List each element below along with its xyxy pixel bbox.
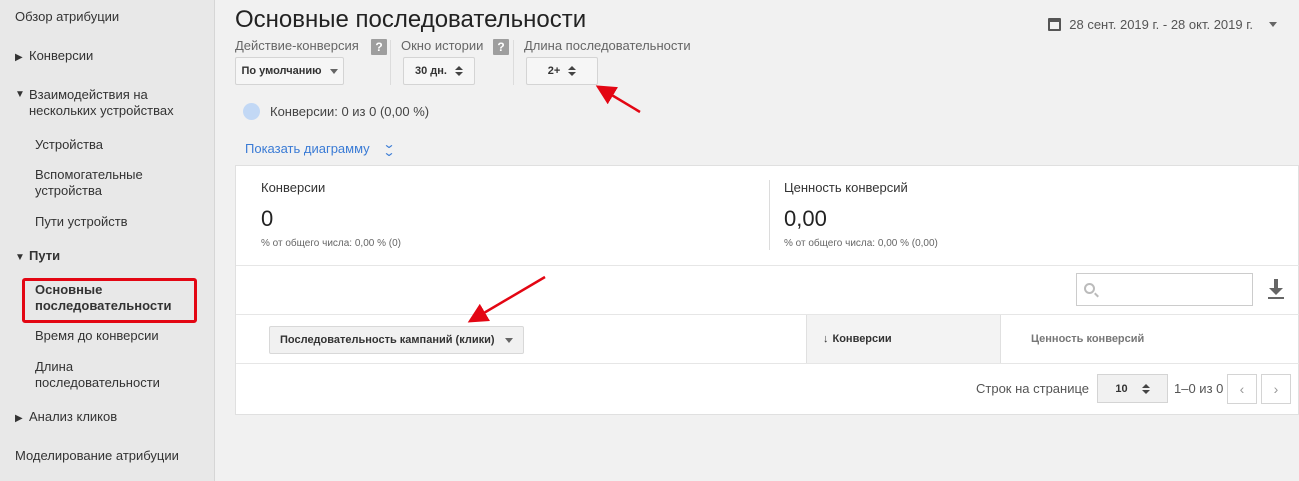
chevron-right-icon: › [1273, 381, 1279, 397]
series-legend: Конверсии: 0 из 0 (0,00 %) [243, 103, 429, 120]
sidebar-item-device-paths[interactable]: Пути устройств [35, 214, 210, 230]
expand-arrow-icon: ▶ [15, 52, 23, 63]
sidebar-item-label: Пути устройств [35, 214, 128, 229]
sidebar-item-paths[interactable]: ▼ Пути [15, 248, 210, 266]
rows-per-page-label: Строк на странице [976, 381, 1090, 396]
chevron-down-icon [329, 68, 338, 74]
legend-text: Конверсии: 0 из 0 (0,00 %) [270, 104, 430, 119]
divider [769, 180, 770, 250]
divider [236, 265, 1299, 266]
calendar-icon [1048, 18, 1062, 31]
conversions-metric-title: Конверсии [261, 180, 326, 195]
next-page-button[interactable]: › [1261, 374, 1291, 404]
pagination-range: 1–0 из 0 [1174, 381, 1224, 396]
sidebar-item-path-length[interactable]: Длина последовательности [35, 359, 190, 391]
sidebar-item-time-lag[interactable]: Время до конверсии [35, 328, 210, 344]
sidebar-item-label: Анализ кликов [29, 409, 118, 424]
sidebar-item-label: Моделирование атрибуции [15, 448, 179, 463]
sidebar-item-assisting-devices[interactable]: Вспомогательные устройства [35, 167, 185, 199]
search-icon [1084, 283, 1095, 294]
dimension-label: Последовательность кампаний (клики) [280, 334, 495, 346]
lookback-label: Окно истории [401, 38, 484, 53]
stepper-arrows-icon [1141, 383, 1150, 394]
sidebar-item-modeling[interactable]: Моделирование атрибуции [15, 448, 210, 464]
sidebar-item-conversions[interactable]: ▶ Конверсии [15, 48, 210, 66]
sidebar-item-devices[interactable]: Устройства [35, 137, 210, 153]
divider [390, 40, 391, 85]
sidebar-item-label: Устройства [35, 137, 104, 152]
date-range-picker[interactable]: 28 сент. 2019 г. - 28 окт. 2019 г. [1048, 17, 1277, 32]
column-header-value[interactable]: Ценность конверсий [1031, 315, 1144, 363]
double-chevron-down-icon: ⌄ ⌄ [382, 137, 396, 159]
select-value: 2+ [547, 65, 561, 77]
prev-page-button[interactable]: ‹ [1227, 374, 1257, 404]
column-header-conversions[interactable]: ↓ Конверсии [806, 315, 1001, 363]
lookback-select[interactable]: 30 дн. [403, 57, 475, 85]
expand-arrow-icon: ▶ [15, 413, 23, 424]
dimension-select[interactable]: Последовательность кампаний (клики) [269, 326, 524, 354]
value-metric-title: Ценность конверсий [784, 180, 908, 195]
select-value: 10 [1115, 382, 1128, 395]
help-icon[interactable]: ? [493, 39, 509, 55]
sidebar-item-label: Взаимодействия на нескольких устройствах [29, 87, 174, 118]
sidebar-item-click-analysis[interactable]: ▶ Анализ кликов [15, 409, 210, 427]
legend-dot-icon [243, 103, 260, 120]
select-value: По умолчанию [241, 65, 322, 77]
search-input[interactable] [1076, 273, 1253, 306]
conversion-action-label: Действие-конверсия [235, 38, 359, 53]
sidebar-item-label: Время до конверсии [35, 328, 159, 343]
sidebar-item-label: Пути [29, 248, 61, 263]
date-range-text: 28 сент. 2019 г. - 28 окт. 2019 г. [1069, 17, 1253, 32]
show-chart-link[interactable]: Показать диаграмму ⌄ ⌄ [245, 137, 396, 159]
path-length-select[interactable]: 2+ [526, 57, 598, 85]
sidebar-item-cross-device[interactable]: ▼ Взаимодействия на нескольких устройства… [15, 87, 210, 119]
column-label: Конверсии [832, 333, 892, 345]
active-item-highlight [22, 278, 197, 323]
page-title: Основные последовательности [235, 6, 587, 33]
stepper-arrows-icon [454, 66, 463, 76]
sidebar-item-overview[interactable]: Обзор атрибуции [15, 9, 210, 25]
conversions-metric-value: 0 [261, 206, 274, 231]
rows-per-page-select[interactable]: 10 [1097, 374, 1168, 403]
collapse-arrow-icon: ▼ [15, 252, 25, 263]
sort-arrow-icon: ↓ [823, 333, 829, 345]
chevron-down-icon [1269, 22, 1277, 27]
value-metric-sub: % от общего числа: 0,00 % (0,00) [784, 238, 938, 249]
sidebar-item-label: Вспомогательные устройства [35, 167, 143, 198]
select-value: 30 дн. [415, 65, 447, 77]
sidebar-item-label: Обзор атрибуции [15, 9, 120, 24]
main-content: Основные последовательности 28 сент. 201… [215, 0, 1299, 481]
conversion-action-select[interactable]: По умолчанию [235, 57, 344, 85]
collapse-arrow-icon: ▼ [15, 89, 25, 100]
help-icon[interactable]: ? [371, 39, 387, 55]
show-chart-label: Показать диаграмму [245, 140, 370, 156]
sidebar-item-label: Конверсии [29, 48, 94, 63]
column-label: Ценность конверсий [1031, 333, 1145, 345]
chevron-down-icon [504, 337, 513, 343]
metrics-card: Конверсии 0 % от общего числа: 0,00 % (0… [235, 165, 1299, 415]
conversions-metric-sub: % от общего числа: 0,00 % (0) [261, 238, 401, 249]
path-length-label: Длина последовательности [524, 38, 691, 53]
divider [513, 40, 514, 85]
stepper-arrows-icon [568, 66, 577, 76]
table-header: Последовательность кампаний (клики) ↓ Ко… [236, 314, 1299, 364]
download-icon[interactable] [1267, 279, 1285, 301]
sidebar: Обзор атрибуции ▶ Конверсии ▼ Взаимодейств… [0, 0, 215, 481]
chevron-left-icon: ‹ [1239, 381, 1245, 397]
value-metric-value: 0,00 [784, 206, 827, 231]
sidebar-item-label: Длина последовательности [35, 359, 160, 390]
